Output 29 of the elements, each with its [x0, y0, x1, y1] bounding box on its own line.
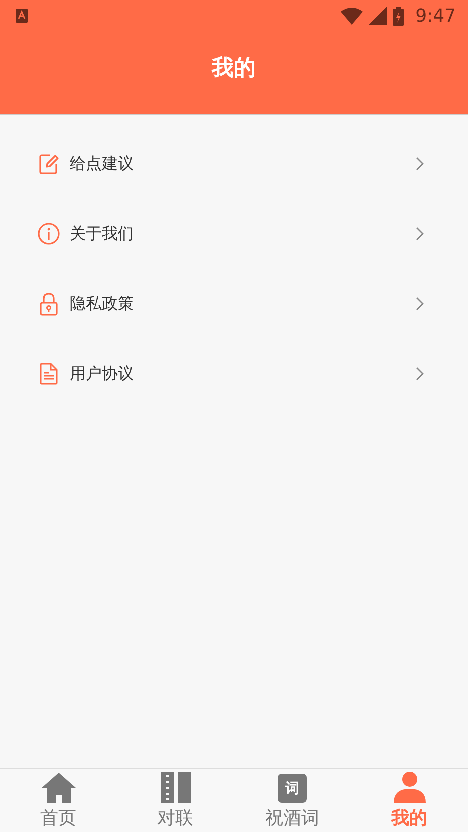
page-title: 我的: [212, 55, 256, 83]
chevron-right-icon: [416, 157, 424, 171]
battery-icon: [392, 6, 404, 26]
tab-item[interactable]: 首页: [0, 769, 117, 832]
menu-item[interactable]: 用户协议: [0, 339, 468, 409]
chevron-right-icon: [416, 367, 424, 381]
menu-item-label: 关于我们: [70, 224, 135, 244]
wifi-icon: [340, 8, 363, 24]
edit-icon: [38, 153, 60, 175]
document-icon: [38, 363, 60, 385]
menu-item-label: 用户协议: [70, 364, 135, 384]
info-icon: [38, 223, 60, 245]
lock-icon: [38, 292, 60, 316]
columns-icon: [160, 772, 190, 803]
tab-item[interactable]: 对联: [117, 769, 234, 832]
menu-item[interactable]: 关于我们: [0, 199, 468, 269]
signal-icon: [368, 7, 387, 25]
chevron-right-icon: [416, 227, 424, 241]
home-icon: [42, 773, 76, 803]
status-time: 9:47: [416, 6, 456, 26]
menu-item-label: 给点建议: [70, 154, 135, 174]
word-badge-icon: 词: [278, 774, 307, 803]
person-icon: [394, 772, 426, 803]
menu-item[interactable]: 给点建议: [0, 129, 468, 199]
menu-item-label: 隐私政策: [70, 294, 135, 314]
app-notification-icon: [16, 9, 28, 23]
chevron-right-icon: [416, 297, 424, 311]
tab-item[interactable]: 词 祝酒词: [234, 769, 351, 832]
menu-item[interactable]: 隐私政策: [0, 269, 468, 339]
